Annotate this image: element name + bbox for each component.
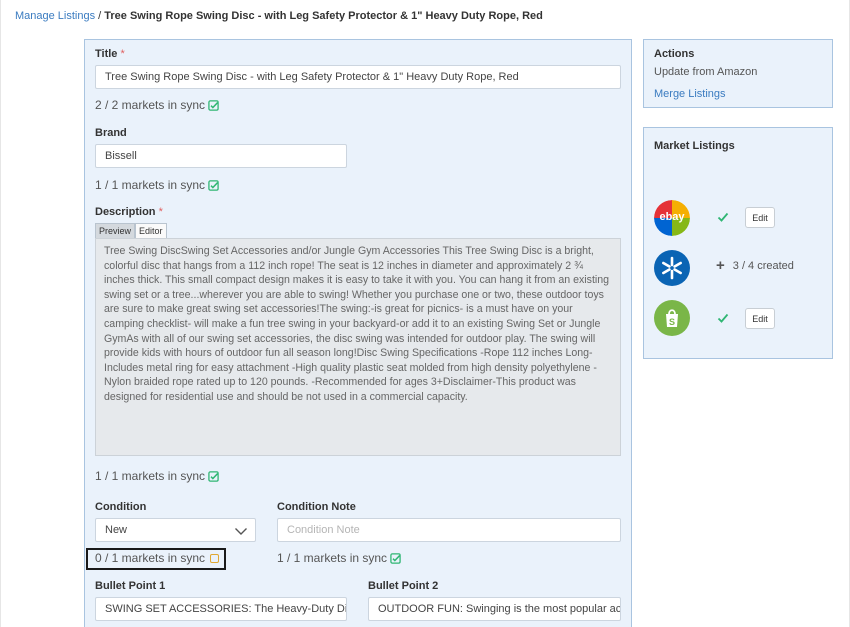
sync-check-icon (208, 99, 219, 111)
chevron-down-icon (235, 528, 247, 535)
ebay-logo: ebay (654, 200, 690, 236)
ebay-edit-button[interactable]: Edit (745, 207, 775, 228)
description-label: Description * (95, 206, 163, 218)
bullet1-label: Bullet Point 1 (95, 580, 166, 592)
condition-sync-highlight (86, 548, 226, 570)
breadcrumb-manage-listings-link[interactable]: Manage Listings (15, 10, 95, 22)
bullet2-input-value: OUTDOOR FUN: Swinging is the most popula… (378, 603, 621, 615)
bullet1-input-value: SWING SET ACCESSORIES: The Heavy-Duty Di… (105, 603, 347, 615)
condition-note-sync-status: 1 / 1 markets in sync (277, 551, 401, 565)
description-preview: Tree Swing DiscSwing Set Accessories and… (95, 238, 621, 456)
brand-input-value: Bissell (105, 150, 137, 162)
breadcrumb: Manage Listings / Tree Swing Rope Swing … (15, 10, 543, 22)
sync-check-icon (208, 470, 219, 482)
page-frame-left (0, 0, 1, 627)
svg-text:S: S (669, 317, 675, 327)
shopify-logo: S (654, 300, 690, 336)
walmart-created-text: 3 / 4 created (732, 259, 794, 272)
title-sync-status: 2 / 2 markets in sync (95, 98, 219, 112)
brand-sync-status: 1 / 1 markets in sync (95, 178, 219, 192)
market-listings-title: Market Listings (654, 140, 735, 152)
breadcrumb-separator: / (95, 10, 105, 22)
description-text: Tree Swing DiscSwing Set Accessories and… (104, 245, 610, 403)
update-from-amazon[interactable]: Update from Amazon (654, 66, 757, 78)
condition-label: Condition (95, 501, 147, 513)
condition-note-input[interactable]: Condition Note (277, 518, 621, 542)
condition-note-placeholder: Condition Note (287, 524, 360, 536)
shopify-edit-button[interactable]: Edit (745, 308, 775, 329)
description-sync-text: 1 / 1 markets in sync (95, 469, 206, 483)
breadcrumb-current: Tree Swing Rope Swing Disc - with Leg Sa… (104, 10, 543, 22)
description-sync-status: 1 / 1 markets in sync (95, 469, 219, 483)
description-view-toggle: Preview Editor (95, 223, 167, 239)
title-label: Title * (95, 48, 125, 60)
condition-select[interactable]: New (95, 518, 256, 542)
brand-sync-text: 1 / 1 markets in sync (95, 178, 206, 192)
walmart-created-status: + 3 / 4 created (716, 258, 794, 273)
merge-listings-link[interactable]: Merge Listings (654, 88, 726, 100)
title-input-value: Tree Swing Rope Swing Disc - with Leg Sa… (105, 71, 519, 83)
actions-title: Actions (654, 48, 695, 60)
bullet2-label: Bullet Point 2 (368, 580, 439, 592)
required-mark: * (158, 206, 163, 218)
check-icon (717, 313, 729, 323)
title-input[interactable]: Tree Swing Rope Swing Disc - with Leg Sa… (95, 65, 621, 89)
ebay-logo-text: ebay (659, 211, 685, 223)
brand-label: Brand (95, 127, 127, 139)
check-icon (717, 212, 729, 222)
editor-tab[interactable]: Editor (135, 223, 167, 239)
plus-icon[interactable]: + (716, 258, 725, 273)
preview-tab[interactable]: Preview (95, 223, 136, 239)
condition-select-value: New (105, 524, 128, 536)
bullet1-input[interactable]: SWING SET ACCESSORIES: The Heavy-Duty Di… (95, 597, 347, 621)
required-mark: * (120, 48, 125, 60)
condition-note-label: Condition Note (277, 501, 356, 513)
condition-note-sync-text: 1 / 1 markets in sync (277, 551, 388, 565)
walmart-spark-icon (662, 256, 682, 280)
title-sync-text: 2 / 2 markets in sync (95, 98, 206, 112)
walmart-logo (654, 250, 690, 286)
shopify-bag-icon: S (666, 309, 678, 327)
bullet2-input[interactable]: OUTDOOR FUN: Swinging is the most popula… (368, 597, 621, 621)
sync-check-icon (390, 552, 401, 564)
sync-check-icon (208, 179, 219, 191)
brand-input[interactable]: Bissell (95, 144, 347, 168)
